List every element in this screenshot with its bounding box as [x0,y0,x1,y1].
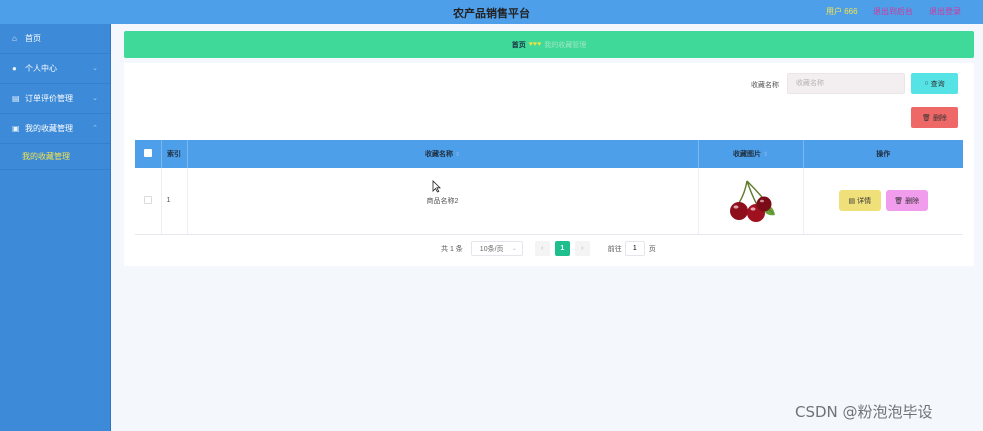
user-name-link[interactable]: 用户 666 [826,6,858,17]
folder-icon: ▣ [12,124,20,133]
select-all-checkbox[interactable] [143,149,152,157]
sidebar-item-label: 我的收藏管理 [25,124,73,133]
trash-icon: 🗑 [894,197,904,205]
breadcrumb-home-link[interactable]: 首页 [512,40,526,50]
chevron-down-icon: ⌄ [511,246,517,252]
search-input[interactable] [787,73,905,94]
back-to-admin-link[interactable]: 退出到后台 [873,6,913,17]
sidebar-item-order-reviews[interactable]: ▤ 订单评价管理 ⌄ [0,84,110,114]
page-size-value: 10条/页 [479,245,504,253]
query-button[interactable]: ○ 查询 [911,73,958,94]
content-panel: 收藏名称 ○ 查询 🗑 删除 索引 收藏名称⇕ 收藏图片⇕ [124,63,974,266]
breadcrumb-current: 我的收藏管理 [544,41,587,49]
row-image-cell [698,168,804,235]
table-header-row: 索引 收藏名称 ⇕ 收藏图片 ⇕ 操作 [135,140,963,168]
header-name[interactable]: 收藏名称 ⇕ [187,140,699,168]
detail-button-label: 详情 [857,197,872,205]
select-all-cell [135,140,162,168]
goto-label: 前往 [607,245,622,253]
goto-page-input[interactable] [624,241,645,256]
row-name: 商品名称2 [187,168,699,235]
watermark: CSDN @粉泡泡毕设 [795,403,933,421]
detail-button[interactable]: ▤ 详情 [838,190,881,212]
sidebar-item-label: 订单评价管理 [25,94,73,103]
home-icon: ⌂ [12,34,17,43]
chevron-down-icon: ⌄ [92,65,98,72]
header-image[interactable]: 收藏图片 ⇕ [698,140,804,168]
header-image-label: 收藏图片 [732,151,761,158]
search-label: 收藏名称 [751,82,779,89]
next-page-button[interactable]: › [574,241,590,256]
table-row: 1 商品名称2 ▤ 详情 🗑 删除 [135,168,963,235]
header-index: 索引 [161,140,188,168]
breadcrumb: 首页 ♥♥♥ 我的收藏管理 [124,31,974,58]
page-number-current[interactable]: 1 [554,241,570,256]
mouse-cursor-icon [432,180,441,193]
sidebar-subitem-favorites-manage[interactable]: 我的收藏管理 [0,144,110,170]
page-size-select[interactable]: 10条/页 ⌄ [470,241,523,256]
chevron-up-icon: ⌃ [92,125,98,132]
sort-icon[interactable]: ⇕ [455,152,460,158]
cherry-image [724,174,777,227]
row-delete-button[interactable]: 🗑 删除 [885,190,928,212]
user-icon: ● [12,64,17,73]
breadcrumb-separator: ♥♥♥ [528,41,542,48]
document-icon: ▤ [12,94,20,103]
sidebar-item-label: 首页 [25,34,41,43]
page-suffix: 页 [648,245,656,253]
trash-icon: 🗑 [922,114,931,122]
top-navbar: 农产品销售平台 用户 666 退出到后台 退出登录 [0,0,983,24]
sort-icon[interactable]: ⇕ [763,152,768,158]
header-actions-label: 操作 [876,151,891,158]
header-actions: 操作 [803,140,963,168]
chevron-down-icon: ⌄ [92,95,98,102]
sidebar-item-profile[interactable]: ● 个人中心 ⌄ [0,54,110,84]
total-count: 共 1 条 [441,245,463,253]
prev-page-button[interactable]: ‹ [534,241,550,256]
favorites-table: 索引 收藏名称 ⇕ 收藏图片 ⇕ 操作 1 商品名称2 ▤ 详情 🗑 删除 [135,140,963,235]
query-button-label: 查询 [930,80,945,88]
header-name-label: 收藏名称 [424,151,453,158]
sidebar: ⌂ 首页 ● 个人中心 ⌄ ▤ 订单评价管理 ⌄ ▣ 我的收藏管理 ⌃ 我的收藏… [0,24,111,431]
row-index: 1 [161,168,188,235]
row-checkbox[interactable] [143,195,152,204]
sidebar-item-label: 个人中心 [25,64,57,73]
batch-delete-label: 删除 [932,114,947,122]
sidebar-item-favorites[interactable]: ▣ 我的收藏管理 ⌃ [0,114,110,144]
search-icon: ○ [924,80,929,87]
row-select-cell [135,168,162,235]
header-index-label: 索引 [167,151,181,158]
sidebar-item-home[interactable]: ⌂ 首页 [0,24,110,54]
document-icon: ▤ [848,197,856,205]
logout-link[interactable]: 退出登录 [929,6,961,17]
row-delete-label: 删除 [905,197,920,205]
batch-delete-button[interactable]: 🗑 删除 [911,107,958,128]
pagination: 共 1 条 10条/页 ⌄ ‹ 1 › 前往 页 [441,241,656,256]
row-actions-cell: ▤ 详情 🗑 删除 [803,168,963,235]
